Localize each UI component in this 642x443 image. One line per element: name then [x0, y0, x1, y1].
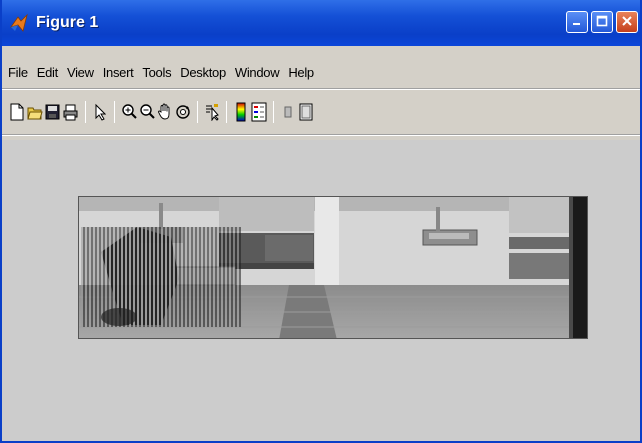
figure-toolbar [2, 92, 640, 132]
close-button[interactable] [616, 11, 638, 33]
insert-colorbar-icon[interactable] [232, 101, 249, 123]
menu-edit[interactable]: Edit [37, 65, 59, 80]
figure-window: Figure 1 File Edit View Insert Tools Des… [0, 0, 642, 443]
maximize-button[interactable] [591, 11, 613, 33]
close-icon [621, 15, 633, 29]
show-plot-tools-icon[interactable] [297, 101, 314, 123]
window-title: Figure 1 [36, 14, 99, 31]
menu-tools[interactable]: Tools [142, 65, 171, 80]
menu-separator [2, 88, 640, 90]
minimize-button[interactable] [566, 11, 588, 33]
open-file-icon[interactable] [26, 101, 43, 123]
new-figure-icon[interactable] [8, 101, 25, 123]
toolbar-separator-line [2, 134, 640, 136]
menu-desktop[interactable]: Desktop [180, 65, 226, 80]
data-cursor-icon[interactable] [203, 101, 220, 123]
print-icon[interactable] [62, 101, 79, 123]
matlab-logo-icon [8, 12, 30, 34]
zoom-in-icon[interactable] [120, 101, 137, 123]
menu-help[interactable]: Help [288, 65, 314, 80]
insert-legend-icon[interactable] [250, 101, 267, 123]
toolbar-separator [114, 101, 115, 123]
toolbar-separator [226, 101, 227, 123]
maximize-icon [596, 15, 608, 29]
toolbar-separator [85, 101, 86, 123]
minimize-icon [571, 15, 583, 29]
save-icon[interactable] [44, 101, 61, 123]
rotate-3d-icon[interactable] [174, 101, 191, 123]
menu-view[interactable]: View [67, 65, 94, 80]
menu-window[interactable]: Window [235, 65, 280, 80]
figure-canvas[interactable] [2, 140, 640, 441]
pan-hand-icon[interactable] [156, 101, 173, 123]
corridor-scene-image [79, 197, 587, 338]
window-controls [566, 11, 638, 33]
hide-plot-tools-icon[interactable] [279, 101, 296, 123]
menu-insert[interactable]: Insert [103, 65, 134, 80]
menu-file[interactable]: File [8, 65, 28, 80]
toolbar-separator [197, 101, 198, 123]
title-bar[interactable]: Figure 1 [2, 0, 640, 46]
menu-bar: File Edit View Insert Tools Desktop Wind… [2, 58, 640, 86]
edit-plot-arrow-icon[interactable] [91, 101, 108, 123]
zoom-out-icon[interactable] [138, 101, 155, 123]
displayed-image [78, 196, 588, 339]
toolbar-separator [273, 101, 274, 123]
